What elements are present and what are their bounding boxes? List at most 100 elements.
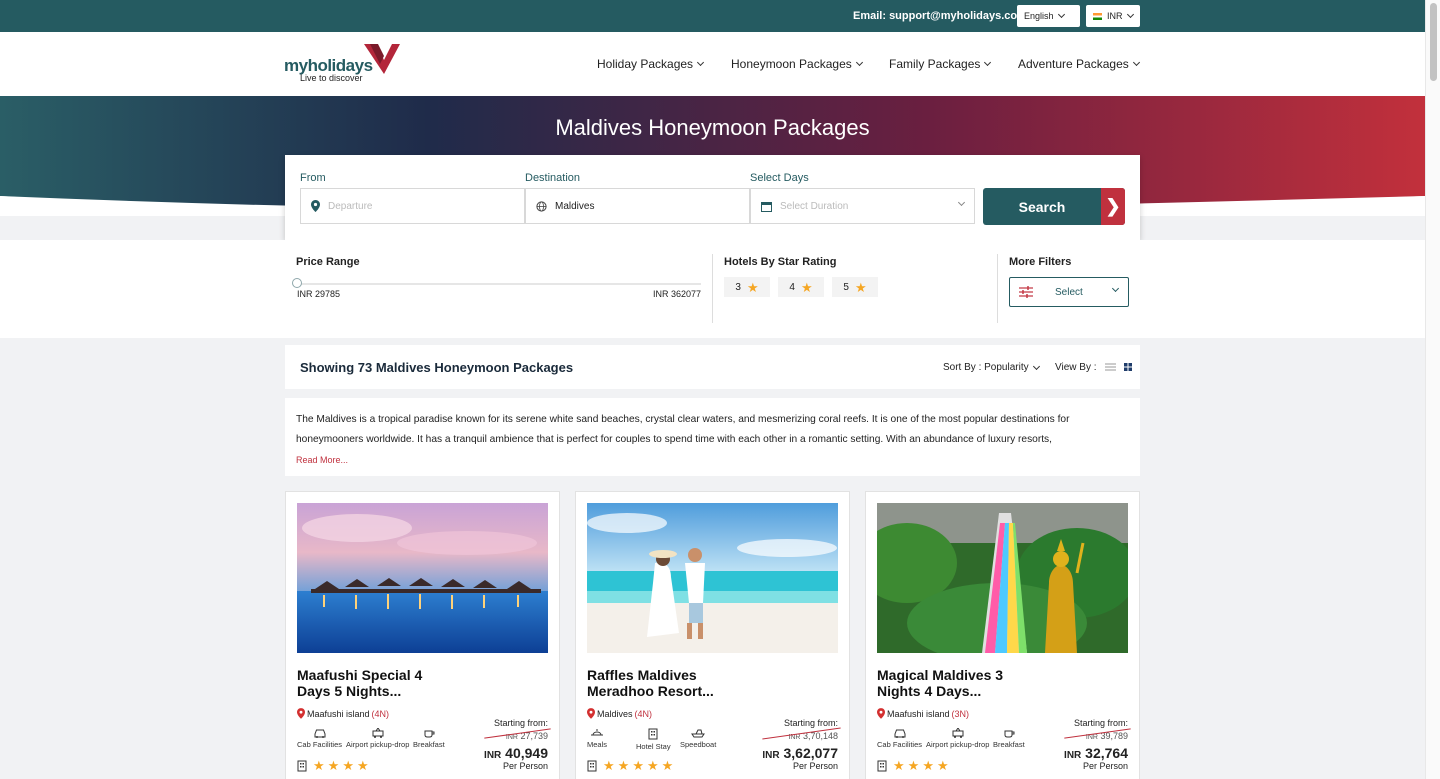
star-icon: ★ bbox=[356, 758, 369, 773]
from-placeholder: Departure bbox=[328, 200, 373, 212]
per-person-label: Per Person bbox=[502, 761, 548, 771]
price-currency: INR bbox=[484, 750, 502, 761]
amenity-label: Breakfast bbox=[413, 740, 445, 749]
breakfast-icon bbox=[1004, 730, 1015, 738]
chevron-down-icon bbox=[1126, 10, 1134, 19]
beach-couple-image bbox=[587, 503, 838, 653]
package-card[interactable]: Maafushi Special 4 Days 5 Nights... Maaf… bbox=[285, 491, 560, 779]
star-filter-value: 4 bbox=[789, 281, 795, 293]
chevron-down-icon bbox=[1111, 284, 1120, 293]
currency-value: INR bbox=[1107, 11, 1123, 21]
destination-field[interactable]: Maldives bbox=[525, 188, 750, 224]
per-person-label: Per Person bbox=[1082, 761, 1128, 771]
page-scrollbar[interactable] bbox=[1425, 0, 1440, 779]
package-title[interactable]: Maafushi Special 4 Days 5 Nights... bbox=[297, 667, 447, 699]
results-count-title: Showing 73 Maldives Honeymoon Packages bbox=[300, 360, 574, 375]
currency-select[interactable]: INR bbox=[1086, 5, 1140, 27]
nav-family-packages[interactable]: Family Packages bbox=[889, 57, 992, 71]
hotel-rating: ★ ★ ★ ★ bbox=[877, 757, 949, 775]
filters-panel: Price Range INR 29785 INR 362077 Hotels … bbox=[0, 240, 1425, 338]
airport-transfer-icon bbox=[952, 728, 964, 738]
nav-holiday-packages[interactable]: Holiday Packages bbox=[597, 57, 705, 71]
meals-icon bbox=[591, 729, 603, 736]
page-title: Maldives Honeymoon Packages bbox=[555, 115, 870, 140]
package-card[interactable]: Magical Maldives 3 Nights 4 Days... Maaf… bbox=[865, 491, 1140, 779]
nav-label: Holiday Packages bbox=[597, 57, 694, 71]
divider bbox=[712, 254, 713, 323]
car-icon bbox=[314, 729, 325, 738]
results-header: Showing 73 Maldives Honeymoon Packages S… bbox=[285, 345, 1140, 389]
location-pin-icon bbox=[877, 708, 885, 719]
package-title[interactable]: Magical Maldives 3 Nights 4 Days... bbox=[877, 667, 1027, 699]
star-filter-value: 5 bbox=[843, 281, 849, 293]
amenity: Speedboat bbox=[680, 728, 716, 749]
hotel-icon bbox=[297, 760, 307, 772]
sort-select[interactable]: Sort By : Popularity bbox=[943, 362, 1040, 373]
chevron-down-icon bbox=[1057, 10, 1065, 19]
list-view-icon[interactable] bbox=[1105, 363, 1116, 371]
star-filter-value: 3 bbox=[735, 281, 741, 293]
sliders-icon bbox=[1019, 286, 1033, 298]
amenity-label: Meals bbox=[587, 740, 608, 749]
original-price: INR 39,789 bbox=[1064, 728, 1131, 741]
package-location: Maafushi island (3N) bbox=[877, 708, 969, 719]
amenity-label: Breakfast bbox=[993, 740, 1025, 749]
brand-logo[interactable]: myholidays Live to discover bbox=[284, 42, 409, 86]
days-label: Select Days bbox=[750, 172, 809, 184]
package-image[interactable] bbox=[297, 503, 548, 653]
star-icon: ★ bbox=[603, 758, 615, 773]
package-image[interactable] bbox=[877, 503, 1128, 653]
language-select[interactable]: English bbox=[1017, 5, 1080, 27]
nav-honeymoon-packages[interactable]: Honeymoon Packages bbox=[731, 57, 863, 71]
star-icon: ★ bbox=[327, 758, 340, 773]
price-slider-track[interactable] bbox=[297, 283, 701, 285]
more-filters-value: Select bbox=[1055, 286, 1083, 298]
price-box: Starting from: INR 39,789 INR 32,764 Per… bbox=[1064, 718, 1131, 771]
duration-select[interactable]: Select Duration bbox=[750, 188, 975, 224]
amenity: Meals bbox=[587, 728, 607, 749]
package-image[interactable] bbox=[587, 503, 838, 653]
search-button[interactable]: Search ❯ bbox=[983, 188, 1125, 225]
calendar-icon bbox=[761, 201, 772, 212]
star-icon: ★ bbox=[342, 758, 354, 773]
star-icon: ★ bbox=[854, 279, 867, 295]
price-box: Starting from: INR 27,739 INR 40,949 Per… bbox=[484, 718, 551, 771]
nav-adventure-packages[interactable]: Adventure Packages bbox=[1018, 57, 1140, 71]
star-icon: ★ bbox=[936, 758, 949, 773]
chevron-down-icon bbox=[1032, 362, 1040, 370]
location-nights: (4N) bbox=[371, 708, 390, 719]
nav-label: Honeymoon Packages bbox=[731, 57, 852, 71]
amenity-label: Airport pickup-drop bbox=[346, 740, 410, 749]
star-filter-5[interactable]: 5 ★ bbox=[832, 277, 878, 297]
speedboat-icon bbox=[691, 729, 706, 738]
search-button-label: Search bbox=[1018, 198, 1066, 215]
from-field[interactable]: Departure bbox=[300, 188, 525, 224]
read-more-link[interactable]: Read More... bbox=[296, 455, 348, 465]
price-slider-handle[interactable] bbox=[292, 278, 302, 288]
more-filters-select[interactable]: Select bbox=[1009, 277, 1129, 307]
from-label: From bbox=[300, 172, 326, 184]
scrollbar-thumb[interactable] bbox=[1430, 3, 1437, 81]
star-filter-3[interactable]: 3 ★ bbox=[724, 277, 770, 297]
amenity: Cab Facilities bbox=[877, 728, 922, 749]
price-min: INR 29785 bbox=[297, 289, 341, 299]
chevron-right-icon: ❯ bbox=[1101, 188, 1125, 225]
chevron-down-icon bbox=[957, 198, 966, 207]
star-filter-4[interactable]: 4 ★ bbox=[778, 277, 824, 297]
grid-view-icon[interactable] bbox=[1124, 363, 1132, 371]
support-email[interactable]: Email: support@myholidays.com bbox=[853, 10, 1027, 22]
location-nights: (4N) bbox=[634, 708, 653, 719]
sort-label: Sort By : Popularity bbox=[943, 362, 1029, 373]
amenity-label: Airport pickup-drop bbox=[926, 740, 990, 749]
package-location: Maafushi island (4N) bbox=[297, 708, 389, 719]
location-name: Maafushi island bbox=[307, 708, 370, 719]
location-pin-icon bbox=[311, 200, 320, 212]
package-title[interactable]: Raffles Maldives Meradhoo Resort... bbox=[587, 667, 737, 699]
top-bar: Email: support@myholidays.com English IN… bbox=[0, 0, 1425, 32]
starting-from-label: Starting from: bbox=[1073, 718, 1128, 728]
airport-transfer-icon bbox=[372, 728, 384, 738]
chevron-down-icon bbox=[697, 58, 705, 67]
logo-mark-icon bbox=[364, 44, 400, 74]
package-card[interactable]: Raffles Maldives Meradhoo Resort... Mald… bbox=[575, 491, 850, 779]
current-price: INR 3,62,077 bbox=[762, 745, 838, 761]
